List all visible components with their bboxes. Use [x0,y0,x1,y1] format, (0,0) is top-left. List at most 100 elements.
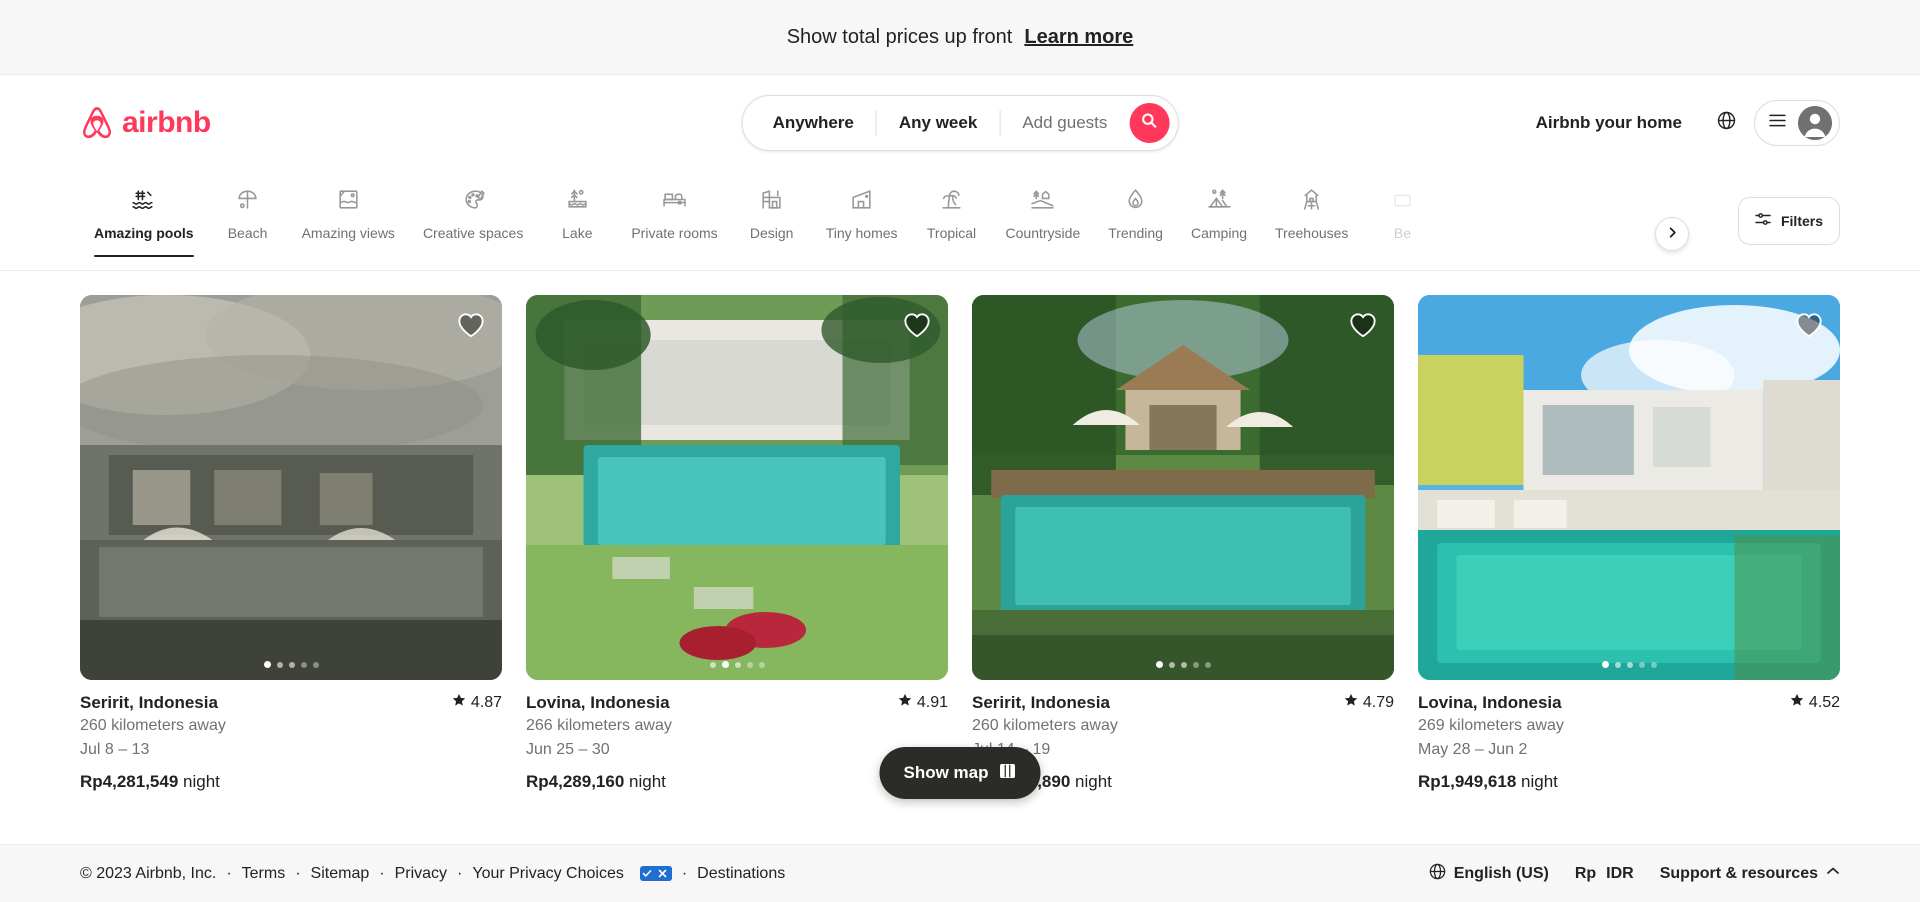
banner-learn-more-link[interactable]: Learn more [1024,26,1133,49]
listing-distance: 260 kilometers away [972,717,1118,735]
airbnb-your-home-link[interactable]: Airbnb your home [1520,101,1698,145]
search-submit-button[interactable] [1129,103,1170,143]
carousel-dot[interactable] [288,661,295,668]
footer-currency-code: IDR [1606,864,1634,882]
tent-icon [1207,187,1232,217]
listing-card[interactable]: Seririt, Indonesia 4.87 260 kilometers a… [80,295,502,792]
footer-language-button[interactable]: English (US) [1429,863,1549,885]
listing-rating-value: 4.87 [470,693,502,711]
listing-card[interactable]: Lovina, Indonesia 4.52 269 kilometers aw… [1418,295,1840,792]
carousel-dot[interactable] [1650,661,1657,668]
carousel-dot[interactable] [1638,661,1645,668]
search-dates-button[interactable]: Any week [877,113,999,133]
category-active-underline [1006,255,1081,257]
tiny-home-icon [849,187,874,217]
photo-carousel-dots[interactable] [526,661,948,668]
carousel-dot[interactable] [746,661,753,668]
listings-grid: Seririt, Indonesia 4.87 260 kilometers a… [0,271,1920,792]
listing-photo[interactable] [80,295,502,680]
carousel-dot[interactable] [1601,661,1609,668]
carousel-dot[interactable] [312,661,319,668]
categories-next-button[interactable] [1655,217,1689,251]
listing-price-amount: Rp4,281,549 [80,771,179,791]
listing-photo[interactable] [972,295,1394,680]
amazing-views-icon [336,187,361,217]
category-label: Beach [227,225,268,241]
category-camping[interactable]: Camping [1177,183,1261,241]
filters-button[interactable]: Filters [1737,196,1840,245]
category-tiny-homes[interactable]: Tiny homes [812,183,912,241]
footer-link-sitemap[interactable]: Sitemap [311,865,370,883]
bed-icon [662,187,687,217]
language-globe-button[interactable] [1704,101,1748,145]
show-map-button[interactable]: Show map [879,747,1041,799]
category-active-underline [94,255,194,257]
carousel-dot[interactable] [709,661,716,668]
show-map-label: Show map [903,763,989,782]
category-treehouses[interactable]: Treehouses [1261,183,1362,241]
carousel-dot[interactable] [734,661,741,668]
category-countryside[interactable]: Countryside [992,183,1095,241]
category-tropical[interactable]: Tropical [912,183,992,241]
category-lake[interactable]: Lake [537,183,617,241]
profile-menu-button[interactable] [1754,100,1840,146]
category-label: Treehouses [1275,225,1349,241]
carousel-dot[interactable] [1155,661,1163,668]
photo-carousel-dots[interactable] [972,661,1394,668]
listing-price-unit: night [629,771,666,791]
footer-link-privacy[interactable]: Privacy [395,865,447,883]
filters-label: Filters [1780,212,1823,229]
category-private-rooms[interactable]: Private rooms [617,183,731,241]
carousel-dot[interactable] [300,661,307,668]
listing-card[interactable]: Lovina, Indonesia 4.91 266 kilometers aw… [526,295,948,792]
beach-umbrella-icon [235,187,260,217]
carousel-dot[interactable] [276,661,283,668]
carousel-dot[interactable] [1168,661,1175,668]
listing-rating-value: 4.52 [1808,693,1840,711]
carousel-dot[interactable] [1192,661,1199,668]
listing-rating: 4.91 [898,692,948,712]
carousel-dot[interactable] [721,661,729,668]
site-header: airbnb Anywhere Any week Add guests Airb… [0,75,1920,171]
category-active-underline [1191,255,1247,257]
listing-header-row: Seririt, Indonesia 4.79 [972,692,1394,713]
carousel-dot[interactable] [263,661,271,668]
footer-link-privacy-choices[interactable]: Your Privacy Choices [472,865,623,883]
photo-carousel-dots[interactable] [1418,661,1840,668]
carousel-dot[interactable] [1626,661,1633,668]
search-guests-input[interactable]: Add guests [1000,113,1125,133]
category-design[interactable]: Design [732,183,812,241]
category-trending[interactable]: Trending [1094,183,1177,241]
favorite-heart-icon[interactable] [902,311,932,344]
category-amazing-pools[interactable]: Amazing pools [80,183,208,257]
flame-icon [1123,187,1148,217]
favorite-heart-icon[interactable] [1794,311,1824,344]
photo-carousel-dots[interactable] [80,661,502,668]
footer-support-button[interactable]: Support & resources [1660,864,1840,883]
carousel-dot[interactable] [758,661,765,668]
privacy-choices-icon[interactable] [639,866,672,881]
category-beach[interactable]: Beach [208,183,288,241]
listing-photo[interactable] [526,295,948,680]
search-location-button[interactable]: Anywhere [751,113,876,133]
category-creative-spaces[interactable]: Creative spaces [409,183,537,241]
footer-currency-symbol: Rp [1574,864,1597,882]
footer-currency-button[interactable]: Rp IDR [1575,865,1634,883]
airbnb-logo[interactable]: airbnb [80,105,211,141]
footer-link-destinations[interactable]: Destinations [697,865,785,883]
category-amazing-views[interactable]: Amazing views [288,183,409,241]
star-icon [1790,693,1804,712]
carousel-dot[interactable] [1180,661,1187,668]
listing-title: Seririt, Indonesia [972,693,1110,712]
listing-card[interactable]: Seririt, Indonesia 4.79 260 kilometers a… [972,295,1394,792]
footer-link-terms[interactable]: Terms [242,865,286,883]
carousel-dot[interactable] [1614,661,1621,668]
favorite-heart-icon[interactable] [456,311,486,344]
category-partial-next[interactable]: Be [1362,183,1442,241]
search-icon [1142,113,1157,133]
carousel-dot[interactable] [1204,661,1211,668]
listing-photo[interactable] [1418,295,1840,680]
chevron-up-icon [1826,864,1840,883]
favorite-heart-icon[interactable] [1348,311,1378,344]
search-bar[interactable]: Anywhere Any week Add guests [741,95,1179,151]
